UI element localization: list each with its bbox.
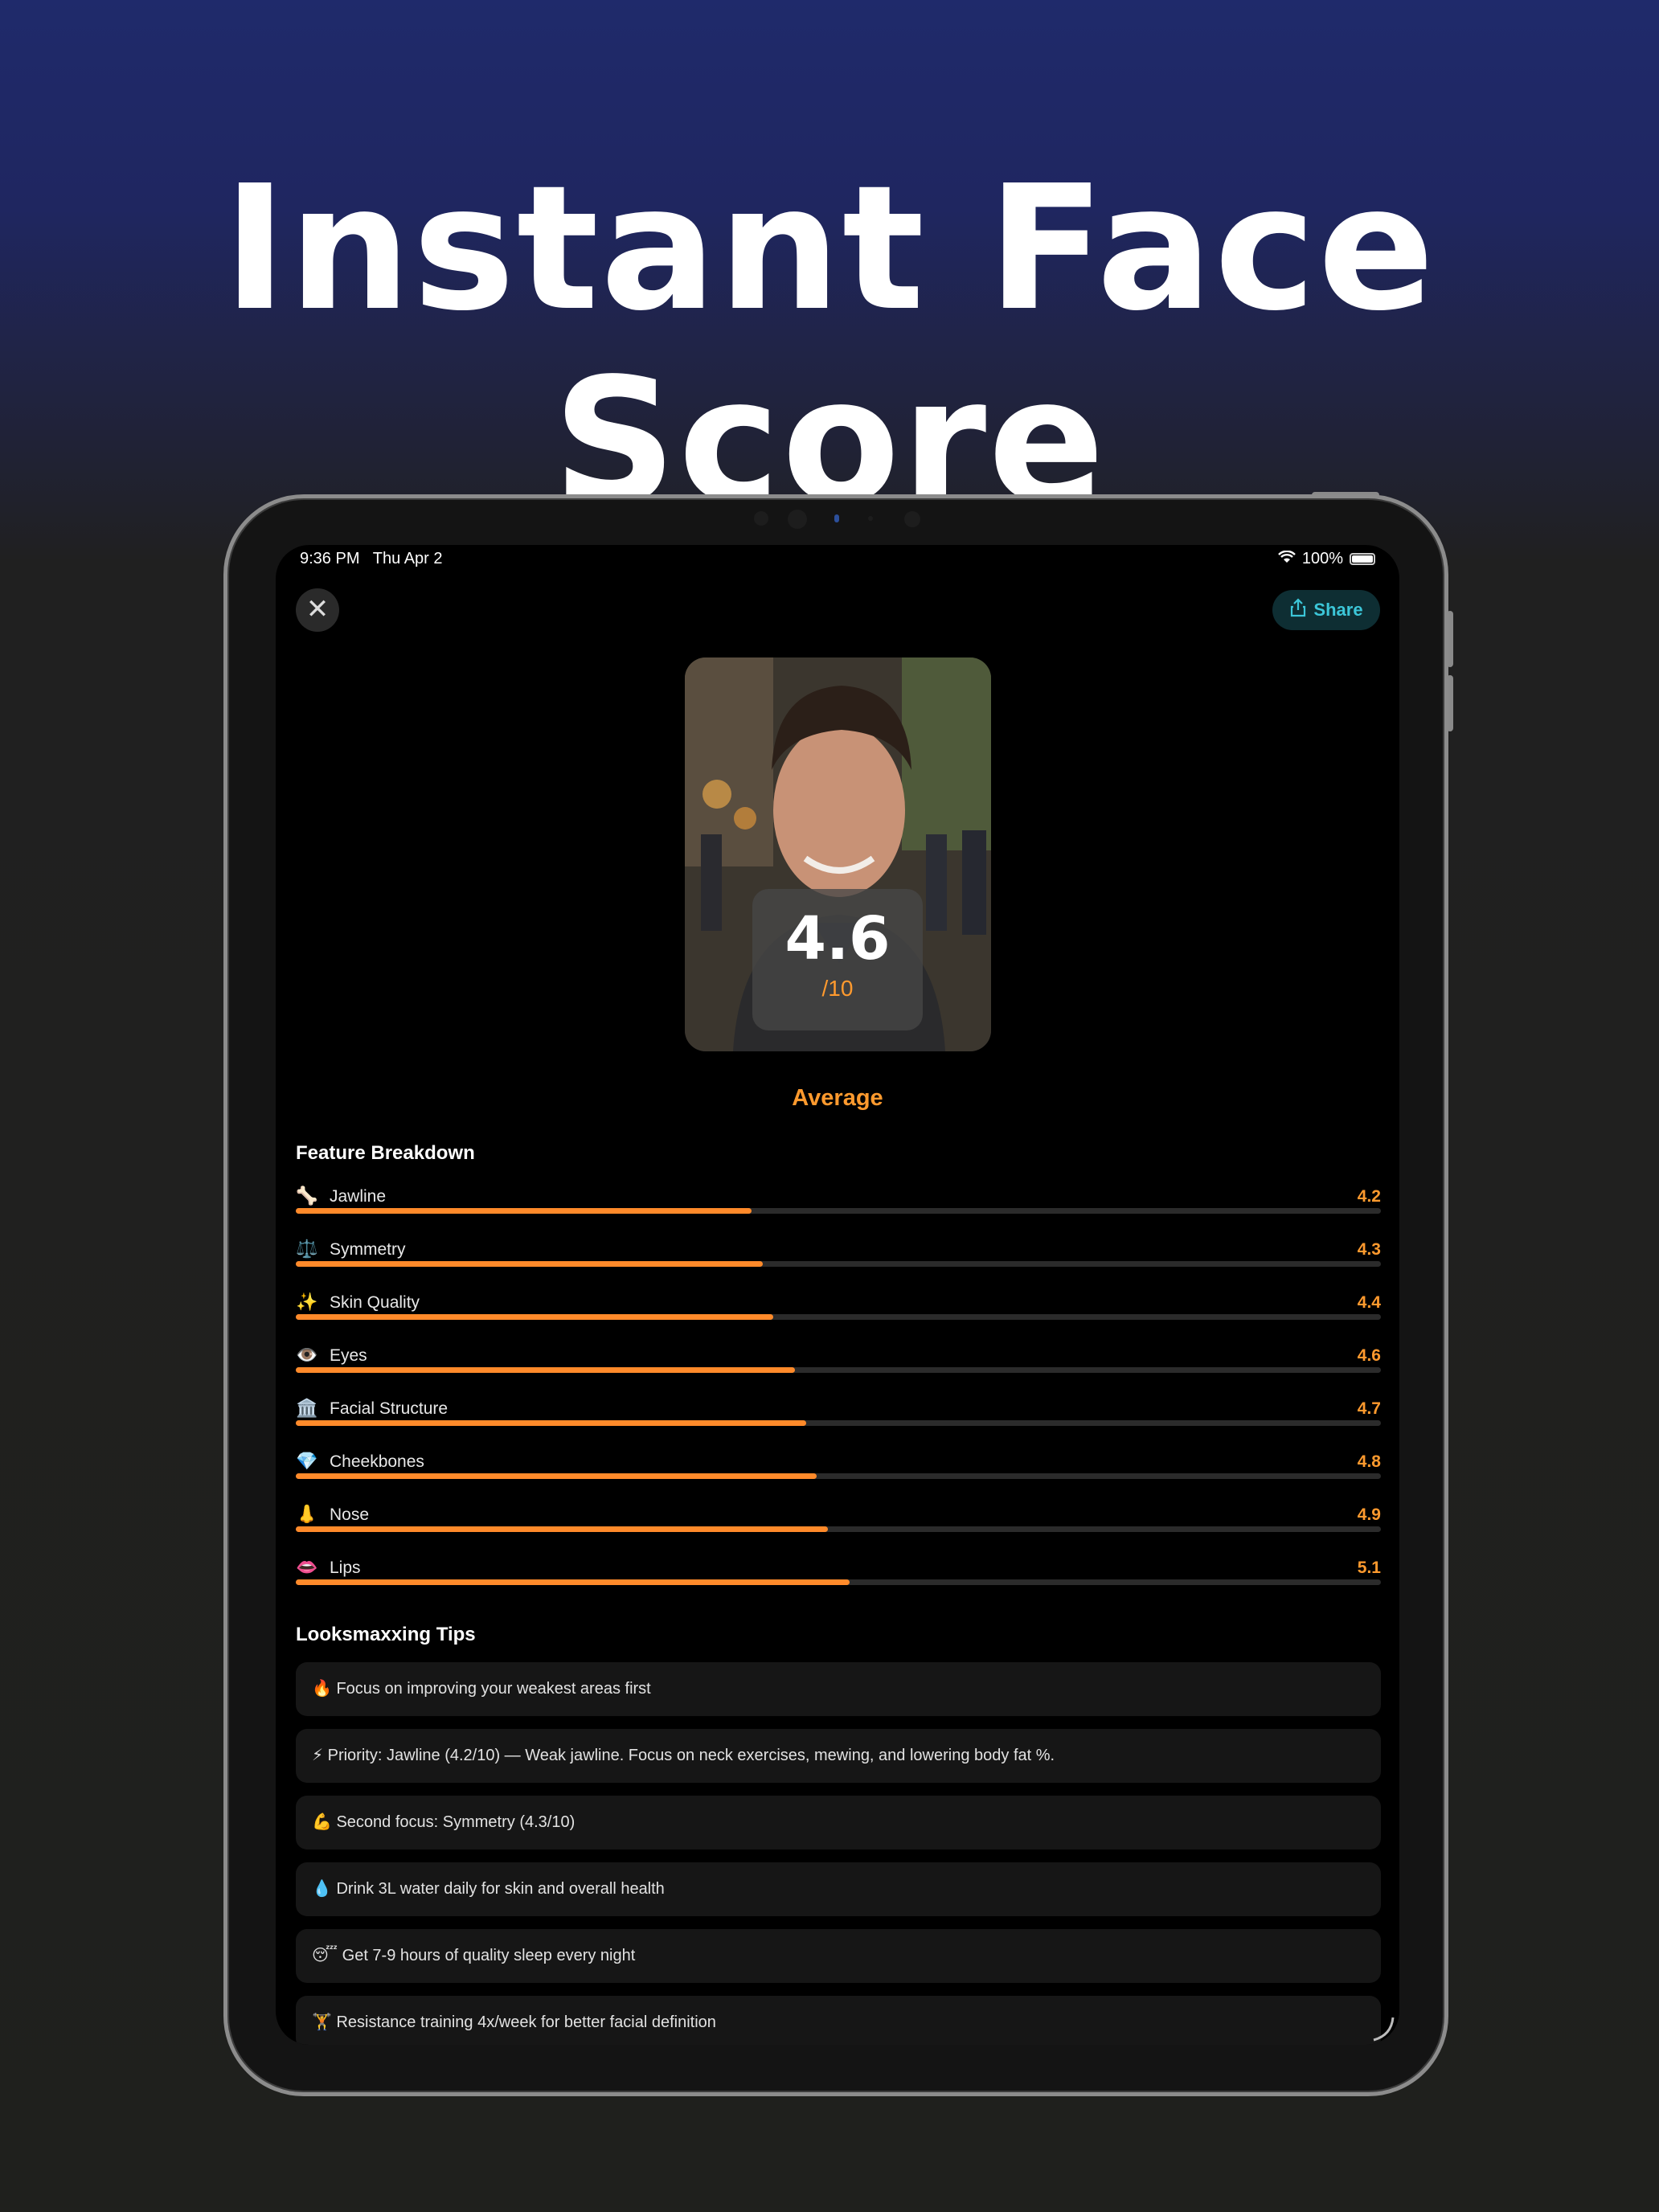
feature-label: Skin Quality xyxy=(330,1293,420,1312)
camera-bar xyxy=(748,506,924,530)
feature-bar-track xyxy=(296,1473,1381,1479)
feature-bar-fill xyxy=(296,1314,773,1320)
score-denominator: /10 xyxy=(821,976,854,1001)
share-label: Share xyxy=(1313,600,1363,620)
feature-label: Facial Structure xyxy=(330,1399,449,1418)
feature-row: 💎 Cheekbones 4.8 xyxy=(296,1451,1381,1499)
feature-bar-fill xyxy=(296,1579,850,1585)
feature-bar-fill xyxy=(296,1473,817,1479)
feature-bar-fill xyxy=(296,1526,828,1532)
feature-icon: ✨ xyxy=(296,1292,318,1312)
feature-breakdown-title: Feature Breakdown xyxy=(296,1142,475,1164)
tip-item: ⚡ Priority: Jawline (4.2/10) — Weak jawl… xyxy=(296,1729,1381,1783)
feature-bar-fill xyxy=(296,1367,795,1373)
tip-item: 💧 Drink 3L water daily for skin and over… xyxy=(296,1862,1381,1916)
feature-label: Symmetry xyxy=(330,1240,406,1259)
feature-bar-track xyxy=(296,1420,1381,1426)
feature-bar-fill xyxy=(296,1208,752,1214)
feature-row: ✨ Skin Quality 4.4 xyxy=(296,1292,1381,1340)
share-icon xyxy=(1289,598,1307,622)
feature-score: 4.7 xyxy=(1357,1399,1381,1418)
close-button[interactable]: ✕ xyxy=(296,588,339,632)
feature-row: 👄 Lips 5.1 xyxy=(296,1557,1381,1605)
feature-label: Cheekbones xyxy=(330,1452,424,1471)
rating-label: Average xyxy=(792,1085,883,1111)
tip-item: 🏋️ Resistance training 4x/week for bette… xyxy=(296,1996,1381,2045)
feature-icon: 👄 xyxy=(296,1557,318,1577)
feature-score: 4.9 xyxy=(1357,1505,1381,1524)
feature-icon: 🏛️ xyxy=(296,1398,318,1418)
status-date: Thu Apr 2 xyxy=(372,550,443,567)
feature-bar-track xyxy=(296,1367,1381,1373)
status-bar-left: 9:36 PM Thu Apr 2 xyxy=(300,550,443,568)
feature-score: 4.4 xyxy=(1357,1293,1381,1312)
feature-score: 4.8 xyxy=(1357,1452,1381,1471)
headline: Instant Face Score xyxy=(223,149,1436,542)
feature-icon: 🦴 xyxy=(296,1186,318,1206)
feature-bar-fill xyxy=(296,1261,763,1267)
tips-title: Looksmaxxing Tips xyxy=(296,1624,476,1645)
feature-row: ⚖️ Symmetry 4.3 xyxy=(296,1239,1381,1287)
feature-bar-track xyxy=(296,1261,1381,1267)
feature-icon: ⚖️ xyxy=(296,1239,318,1259)
status-time: 9:36 PM xyxy=(300,550,360,567)
wifi-icon xyxy=(1277,550,1296,568)
feature-bar-track xyxy=(296,1579,1381,1585)
feature-icon: 👁️ xyxy=(296,1345,318,1365)
feature-row: 🦴 Jawline 4.2 xyxy=(296,1186,1381,1234)
feature-row: 👁️ Eyes 4.6 xyxy=(296,1345,1381,1393)
feature-bar-fill xyxy=(296,1420,806,1426)
close-icon: ✕ xyxy=(305,594,330,625)
status-bar-right: 100% xyxy=(1277,550,1375,568)
score-card: 4.6 /10 xyxy=(752,889,923,1030)
resize-corner-icon xyxy=(1373,2017,1395,2042)
tip-item: 💪 Second focus: Symmetry (4.3/10) xyxy=(296,1796,1381,1849)
feature-score: 4.6 xyxy=(1357,1346,1381,1365)
feature-icon: 💎 xyxy=(296,1451,318,1471)
feature-label: Nose xyxy=(330,1505,370,1524)
score-value: 4.6 xyxy=(784,904,891,973)
feature-bar-track xyxy=(296,1208,1381,1214)
feature-score: 4.2 xyxy=(1357,1187,1381,1206)
feature-score: 5.1 xyxy=(1357,1559,1381,1577)
feature-bar-track xyxy=(296,1526,1381,1532)
feature-score: 4.3 xyxy=(1357,1240,1381,1259)
feature-bar-track xyxy=(296,1314,1381,1320)
battery-icon xyxy=(1350,553,1375,565)
feature-row: 🏛️ Facial Structure 4.7 xyxy=(296,1398,1381,1446)
feature-label: Jawline xyxy=(330,1187,387,1206)
battery-percent: 100% xyxy=(1301,550,1343,567)
tip-item: 😴 Get 7-9 hours of quality sleep every n… xyxy=(296,1929,1381,1983)
feature-label: Lips xyxy=(330,1559,361,1577)
app-screen: 9:36 PM Thu Apr 2 100% ✕ Share 4.6 /10 A… xyxy=(276,545,1399,2045)
tip-item: 🔥 Focus on improving your weakest areas … xyxy=(296,1662,1381,1716)
share-button[interactable]: Share xyxy=(1272,590,1380,630)
feature-row: 👃 Nose 4.9 xyxy=(296,1504,1381,1552)
feature-label: Eyes xyxy=(330,1346,367,1365)
feature-icon: 👃 xyxy=(296,1504,318,1524)
